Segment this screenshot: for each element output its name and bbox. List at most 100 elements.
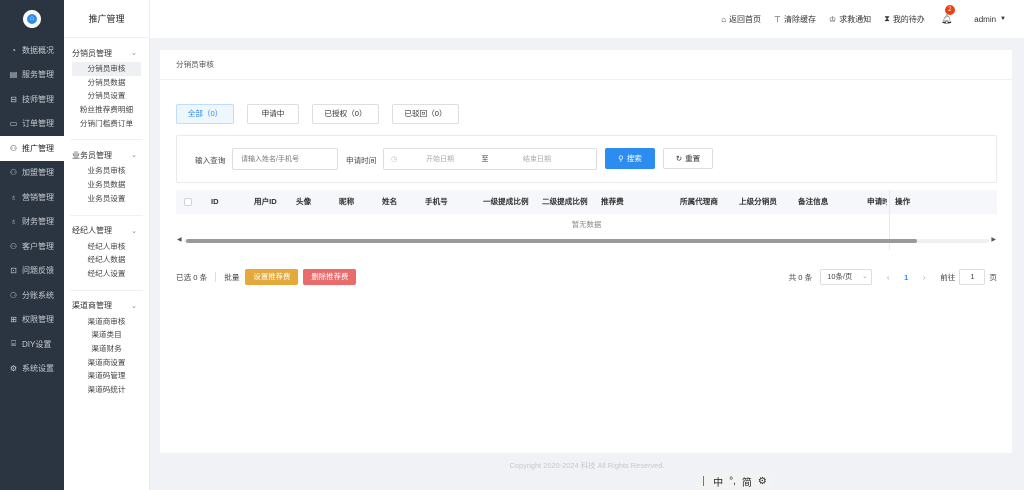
- sidebar-item-0[interactable]: ◔ 数据概况: [0, 38, 64, 63]
- date-range-picker[interactable]: ◷ 开始日期 至 结束日期: [383, 148, 597, 170]
- scroll-right-icon[interactable]: ▶: [991, 236, 996, 243]
- ime-mode[interactable]: 中: [713, 474, 723, 489]
- clear-cache-link[interactable]: ⊤ 清除缓存: [774, 14, 816, 25]
- submenu-item[interactable]: 分销门槛费订单: [72, 117, 141, 131]
- time-label: 申请时间: [346, 156, 377, 165]
- submenu-item[interactable]: 渠道财务: [72, 342, 141, 356]
- query-input[interactable]: [232, 148, 338, 170]
- page-number[interactable]: 1: [896, 273, 916, 282]
- filter-panel: 输入查询 申请时间 ◷ 开始日期 至 结束日期 ⚲搜索 ↻重置: [176, 135, 997, 183]
- sidebar-item-12[interactable]: ⌸ DIY设置: [0, 332, 64, 357]
- submenu-group-header[interactable]: 经纪人管理 ⌄: [64, 222, 149, 240]
- submenu-group: 渠道商管理 ⌄ 渠道商审核 渠道类目 渠道财务 渠道商设置 渠道码管理 渠道码统计: [64, 291, 149, 397]
- select-all-checkbox[interactable]: [184, 198, 192, 206]
- delete-referral-fee-button[interactable]: 删除推荐费: [303, 269, 357, 285]
- submenu-item[interactable]: 业务员设置: [72, 192, 141, 206]
- notification-badge: 2: [944, 4, 955, 15]
- submenu-item[interactable]: 经纪人审核: [72, 240, 141, 254]
- promotion-icon: ⚇: [9, 143, 18, 153]
- franchise-icon: ⚇: [9, 168, 18, 178]
- submenu-item[interactable]: 渠道码管理: [72, 369, 141, 383]
- tab-approved[interactable]: 已授权（0）: [312, 104, 379, 124]
- logo[interactable]: ⌂: [0, 0, 64, 38]
- next-page-icon[interactable]: ›: [916, 273, 932, 282]
- submenu-item[interactable]: 业务员数据: [72, 178, 141, 192]
- col-id: ID: [211, 197, 219, 206]
- ime-punct[interactable]: °,: [729, 476, 736, 487]
- submenu-group-header[interactable]: 分销员管理 ⌄: [64, 44, 149, 62]
- sidebar-item-10[interactable]: ⚆ 分账系统: [0, 283, 64, 308]
- selected-count: 已选 0 条: [176, 272, 208, 282]
- todo-link[interactable]: ⧗ 我的待办: [884, 14, 925, 25]
- goto-page-input[interactable]: 1: [959, 269, 986, 285]
- tab-all[interactable]: 全部（0）: [176, 104, 234, 124]
- hourglass-icon: ⧗: [884, 14, 890, 23]
- user-menu[interactable]: admin ▼: [974, 15, 1006, 24]
- chevron-down-icon: ⌄: [862, 274, 868, 280]
- submenu-item[interactable]: 渠道类目: [72, 328, 141, 342]
- scroll-thumb[interactable]: [186, 239, 917, 243]
- scroll-left-icon[interactable]: ◀: [177, 236, 182, 243]
- page-size-select[interactable]: 10条/页 ⌄: [820, 269, 873, 285]
- divider: [215, 272, 217, 282]
- submenu-item[interactable]: 渠道码统计: [72, 383, 141, 397]
- chevron-down-icon: ⌄: [131, 50, 137, 57]
- search-button[interactable]: ⚲ 搜索: [605, 148, 655, 169]
- submenu-item[interactable]: 业务员审核: [72, 164, 141, 178]
- submenu-item[interactable]: 分销员设置: [72, 89, 141, 103]
- data-table: ID 用户ID 头像 昵称 姓名 手机号 一级提成比例 二级提成比例 推荐费 所…: [176, 190, 997, 250]
- set-referral-fee-button[interactable]: 设置推荐费: [245, 269, 299, 285]
- submenu-item[interactable]: 渠道商设置: [72, 356, 141, 370]
- sidebar-item-3[interactable]: ▭ 订单管理: [0, 112, 64, 137]
- sidebar-item-label: 数据概况: [22, 45, 54, 55]
- sidebar-item-2[interactable]: ⊟ 技师管理: [0, 87, 64, 112]
- submenu-item[interactable]: 渠道商审核: [72, 315, 141, 329]
- home-link[interactable]: ⌂ 返回首页: [721, 14, 761, 25]
- chevron-down-icon: ⌄: [131, 152, 137, 160]
- sidebar-item-8[interactable]: ⚇ 客户管理: [0, 234, 64, 259]
- sidebar-item-1[interactable]: ▤ 服务管理: [0, 63, 64, 88]
- sidebar-item-4[interactable]: ⚇ 推广管理: [0, 136, 64, 161]
- submenu-group-header[interactable]: 业务员管理 ⌄: [64, 146, 149, 164]
- submenu-group: 业务员管理 ⌄ 业务员审核 业务员数据 业务员设置: [64, 140, 149, 216]
- sidebar-item-label: 财务管理: [22, 217, 54, 227]
- sidebar-item-9[interactable]: ⊡ 问题反馈: [0, 259, 64, 284]
- sidebar-item-6[interactable]: ♁ 营销管理: [0, 185, 64, 210]
- ime-simplified[interactable]: 简: [742, 474, 752, 489]
- submenu-item[interactable]: 经纪人设置: [72, 267, 141, 281]
- sidebar-item-7[interactable]: ♁ 财务管理: [0, 210, 64, 235]
- submenu-group-label: 经纪人管理: [72, 226, 112, 235]
- sidebar-item-13[interactable]: ⚙ 系统设置: [0, 357, 64, 382]
- reset-button[interactable]: ↻ 重置: [663, 148, 713, 169]
- col-apply-time: 申请时: [867, 197, 887, 206]
- prev-page-icon[interactable]: ‹: [880, 273, 896, 282]
- submenu-item[interactable]: 经纪人数据: [72, 253, 141, 267]
- search-icon: ⚲: [618, 154, 624, 163]
- sidebar-item-label: 订单管理: [22, 119, 54, 129]
- table-header: ID 用户ID 头像 昵称 姓名 手机号 一级提成比例 二级提成比例 推荐费 所…: [176, 190, 997, 214]
- sidebar-item-11[interactable]: ⊞ 权限管理: [0, 308, 64, 333]
- col-level1-ratio: 一级提成比例: [483, 197, 529, 206]
- tab-rejected[interactable]: 已驳回（0）: [392, 104, 459, 124]
- marketing-icon: ♁: [10, 192, 17, 202]
- submenu-group: 分销员管理 ⌄ 分销员审核 分销员数据 分销员设置 粉丝推荐费明细 分销门槛费订单: [64, 38, 149, 141]
- submenu-item[interactable]: 分销员审核: [72, 62, 141, 76]
- table-footer: 已选 0 条 批量 设置推荐费 删除推荐费 共 0 条 10条/页 ⌄ ‹ 1 ›…: [176, 267, 997, 287]
- submenu-group-header[interactable]: 渠道商管理 ⌄: [64, 297, 149, 315]
- sidebar-item-5[interactable]: ⚇ 加盟管理: [0, 161, 64, 186]
- rescue-link[interactable]: ♔ 求救通知: [829, 14, 871, 25]
- ime-handle[interactable]: [703, 476, 705, 486]
- notification-bell[interactable]: 🔔︎ 2: [940, 4, 955, 25]
- group-divider: [70, 281, 143, 291]
- home-icon: ⌂: [721, 14, 727, 24]
- gear-icon[interactable]: ⚙: [758, 476, 767, 487]
- tab-pending[interactable]: 申请中: [247, 104, 299, 124]
- horizontal-scrollbar[interactable]: ◀ ▶: [176, 236, 997, 246]
- main-sidebar: ⌂ ◔ 数据概况 ▤ 服务管理 ⊟ 技师管理 ▭ 订单管理 ⚇ 推广管理 ⚇ 加盟管理 ♁ 营销管理 ♁ 财务…: [0, 0, 64, 490]
- submenu-item[interactable]: 粉丝推荐费明细: [72, 103, 141, 117]
- submenu-item[interactable]: 分销员数据: [72, 76, 141, 90]
- diy-icon: ⌸: [11, 339, 16, 349]
- bell-icon: 🔔︎: [940, 13, 953, 24]
- submenu-group-label: 渠道商管理: [72, 301, 112, 311]
- breadcrumb: 分销员审核: [160, 50, 1012, 80]
